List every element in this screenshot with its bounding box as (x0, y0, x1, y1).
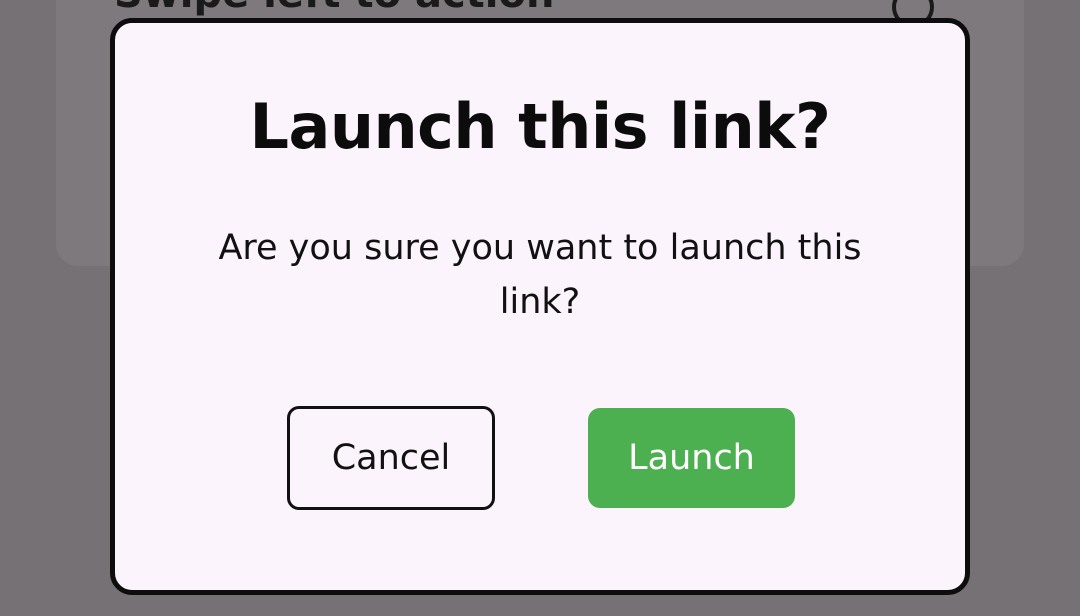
dialog-message: Are you sure you want to launch this lin… (218, 228, 862, 322)
launch-button[interactable]: Launch (588, 408, 795, 508)
cancel-button[interactable]: Cancel (287, 406, 495, 510)
background-card-text: Swipe left to action (114, 0, 554, 14)
dialog-title: Launch this link? (249, 90, 831, 163)
launch-link-dialog: Launch this link? Are you sure you want … (110, 18, 970, 595)
